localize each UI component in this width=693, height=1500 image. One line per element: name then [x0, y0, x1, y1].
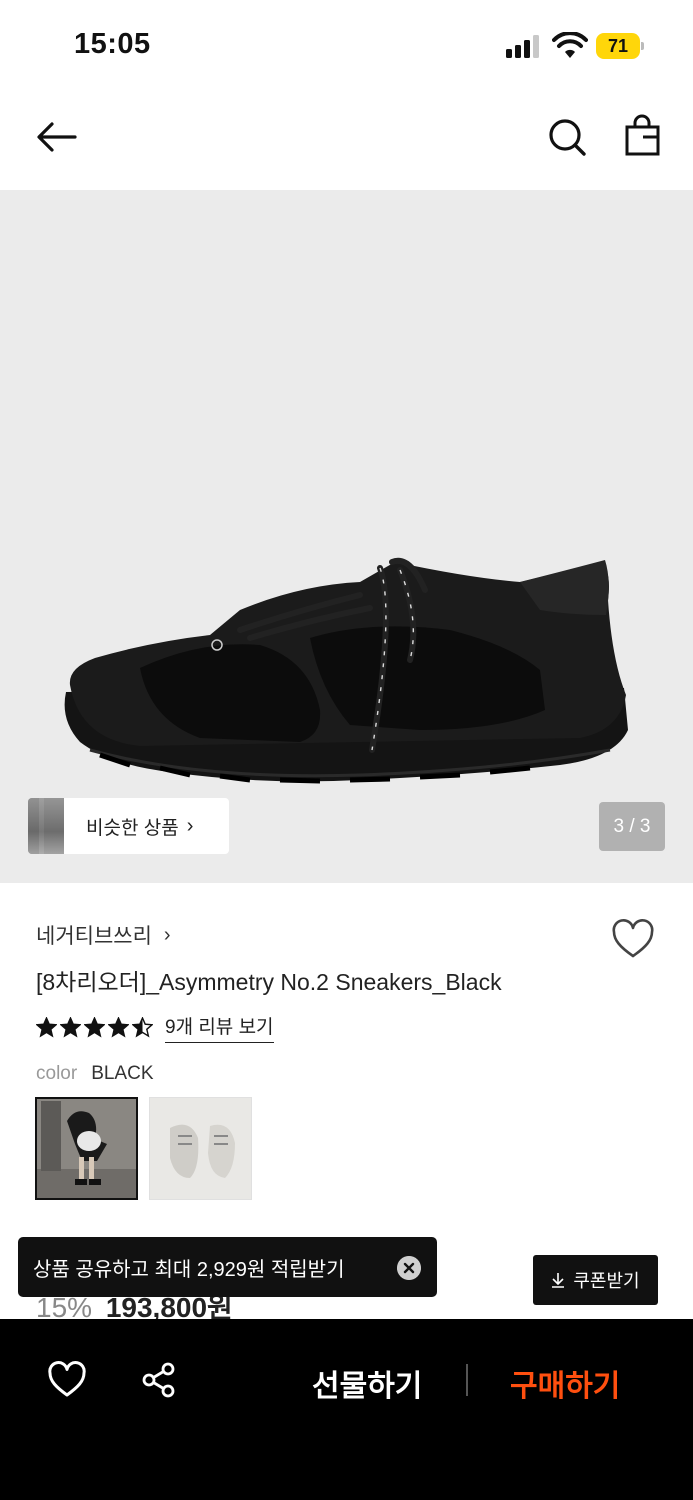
- color-swatch-selected[interactable]: [35, 1097, 138, 1200]
- star-icon: [36, 1017, 57, 1038]
- buy-button[interactable]: 구매하기: [510, 1361, 620, 1405]
- share-icon[interactable]: [140, 1361, 178, 1399]
- toast-text: 상품 공유하고 최대 2,929원 적립받기: [33, 1258, 345, 1281]
- brand-link[interactable]: 네거티브쓰리 ›: [36, 920, 171, 950]
- color-value: BLACK: [91, 1063, 154, 1084]
- similar-product-thumbnail: [28, 798, 64, 854]
- color-label: color: [36, 1063, 78, 1084]
- app-header: [0, 90, 693, 190]
- chevron-right-icon: ›: [163, 923, 171, 946]
- status-bar: 15:05 71: [0, 0, 693, 90]
- arrow-left-icon[interactable]: [32, 112, 82, 162]
- battery-icon: 71: [596, 33, 644, 59]
- similar-products-label: 비슷한 상품: [86, 817, 179, 839]
- star-icon: [108, 1017, 129, 1038]
- chevron-right-icon: ›: [186, 814, 194, 837]
- review-link[interactable]: 9개 리뷰 보기: [165, 1012, 274, 1043]
- status-time: 15:05: [74, 28, 151, 60]
- wifi-icon: [552, 32, 588, 58]
- color-swatch-white[interactable]: [149, 1097, 252, 1200]
- coupon-label: 쿠폰받기: [573, 1271, 640, 1291]
- product-name: [8차리오더]_Asymmetry No.2 Sneakers_Black: [36, 969, 502, 995]
- brand-name: 네거티브쓰리: [36, 925, 152, 948]
- share-reward-toast: 상품 공유하고 최대 2,929원 적립받기: [18, 1237, 437, 1297]
- bottom-action-bar: 선물하기 구매하기: [0, 1319, 693, 1500]
- product-image-gallery[interactable]: 비슷한 상품 › 3 / 3: [0, 190, 693, 883]
- image-page-indicator: 3 / 3: [599, 802, 665, 851]
- divider: [466, 1364, 468, 1396]
- heart-icon[interactable]: [47, 1361, 87, 1399]
- rating-row: 9개 리뷰 보기: [36, 1012, 274, 1043]
- color-option-row: color BLACK: [36, 1063, 154, 1085]
- close-icon[interactable]: [397, 1256, 421, 1280]
- wishlist-heart-icon[interactable]: [610, 918, 656, 962]
- star-icon: [132, 1017, 153, 1038]
- star-icon: [84, 1017, 105, 1038]
- star-icon: [60, 1017, 81, 1038]
- coupon-download-button[interactable]: 쿠폰받기: [533, 1255, 658, 1305]
- shopping-bag-icon[interactable]: [618, 112, 668, 162]
- cell-signal-icon: [506, 34, 542, 58]
- gift-button[interactable]: 선물하기: [312, 1361, 422, 1405]
- similar-products-button[interactable]: 비슷한 상품 ›: [28, 798, 229, 854]
- battery-level: 71: [596, 33, 640, 59]
- product-photo-sneaker: [64, 557, 629, 784]
- star-rating: [36, 1017, 153, 1038]
- download-icon: [552, 1273, 565, 1288]
- search-icon[interactable]: [542, 112, 592, 162]
